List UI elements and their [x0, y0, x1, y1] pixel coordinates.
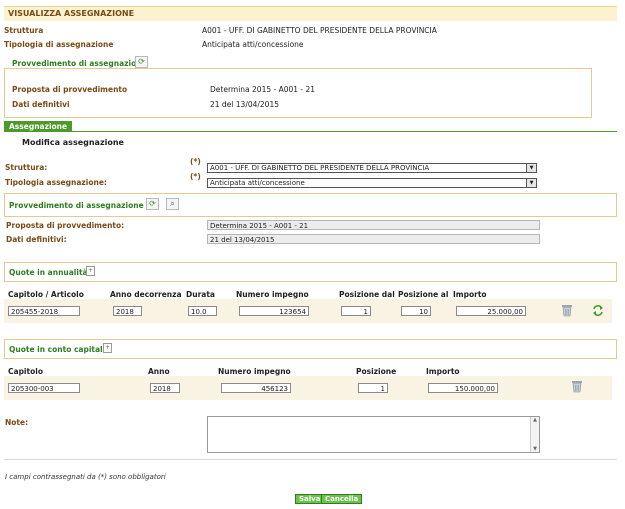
numero-impegno-input[interactable]: 123654 — [239, 306, 309, 316]
col-durata: Durata — [186, 290, 215, 299]
form-dati-label: Dati definitivi: — [6, 235, 67, 244]
form-provvedimento-title: Provvedimento di assegnazione (*) — [9, 201, 158, 210]
col-importo-cc: Importo — [426, 367, 460, 376]
note-scrollbar[interactable]: ▲ ▼ — [530, 417, 539, 452]
divider — [4, 459, 617, 460]
proposta-value: Determina 2015 - A001 - 21 — [210, 85, 316, 94]
provvedimento-title: Provvedimento di assegnazione — [12, 59, 147, 68]
col-posizione-dal: Posizione dal — [339, 290, 395, 299]
col-numero-impegno: Numero impegno — [236, 290, 309, 299]
importo-cc-input[interactable]: 150.000,00 — [428, 383, 498, 393]
capitolo-input[interactable]: 205455-2018 — [8, 306, 80, 316]
required-marker-tipologia: (*) — [190, 172, 201, 181]
sync-icon[interactable] — [592, 305, 604, 316]
col-anno: Anno — [148, 367, 170, 376]
struttura-select-value: A001 - UFF. DI GABINETTO DEL PRESIDENTE … — [210, 164, 430, 172]
struttura-select[interactable]: A001 - UFF. DI GABINETTO DEL PRESIDENTE … — [207, 163, 537, 173]
proposta-label: Proposta di provvedimento — [12, 85, 128, 94]
form-struttura-label: Struttura: — [5, 163, 48, 172]
search-document-icon[interactable]: ⌕ — [166, 198, 179, 210]
tipologia-select[interactable]: Anticipata atti/concessione ▼ — [207, 178, 537, 188]
conto-capitale-title: Quote in conto capitale — [9, 345, 108, 354]
scroll-up-icon[interactable]: ▲ — [531, 417, 539, 423]
struttura-label: Struttura — [4, 26, 44, 35]
dati-value: 21 del 13/04/2015 — [210, 100, 279, 109]
refresh-document-icon[interactable]: ⟳ — [146, 198, 159, 210]
col-posizione-al: Posizione al — [398, 290, 449, 299]
trash-icon[interactable] — [561, 304, 573, 317]
posizione-cc-input[interactable]: 1 — [358, 383, 388, 393]
table-row — [4, 376, 612, 400]
importo-input[interactable]: 25.000,00 — [456, 306, 526, 316]
col-importo: Importo — [453, 290, 487, 299]
col-numero-impegno-cc: Numero impegno — [218, 367, 291, 376]
annualita-title: Quote in annualità — [9, 268, 88, 277]
form-tipologia-label: Tipologia assegnazione: — [5, 178, 107, 187]
section-title: Modifica assegnazione — [22, 138, 124, 147]
col-anno-decorrenza: Anno decorrenza — [110, 290, 182, 299]
form-proposta-label: Proposta di provvedimento: — [6, 221, 125, 230]
page-header: VISUALIZZA ASSEGNAZIONE — [4, 6, 617, 21]
capitolo-cc-input[interactable]: 205300-003 — [8, 383, 80, 393]
tipologia-select-value: Anticipata atti/concessione — [210, 179, 305, 187]
trash-icon[interactable] — [571, 380, 583, 393]
durata-input[interactable]: 10.0 — [188, 306, 217, 316]
annualita-header-box — [4, 262, 617, 282]
numero-impegno-cc-input[interactable]: 456123 — [221, 383, 291, 393]
proposta-field: Determina 2015 - A001 - 21 — [207, 220, 540, 230]
refresh-document-icon[interactable]: ⟳ — [135, 56, 148, 68]
tipologia-label: Tipologia di assegnazione — [4, 40, 114, 49]
tab-underline — [4, 131, 617, 132]
required-marker-struttura: (*) — [190, 157, 201, 166]
cancel-button[interactable]: Cancella — [321, 494, 363, 504]
required-note: I campi contrassegnati da (*) sono obbli… — [5, 473, 166, 481]
anno-input[interactable]: 2018 — [113, 306, 142, 316]
tipologia-value: Anticipata atti/concessione — [202, 40, 304, 49]
chevron-down-icon[interactable]: ▼ — [526, 179, 536, 187]
anno-cc-input[interactable]: 2018 — [150, 383, 180, 393]
add-row-icon[interactable]: + — [86, 266, 95, 276]
scroll-down-icon[interactable]: ▼ — [531, 446, 539, 452]
add-row-icon[interactable]: + — [103, 343, 112, 353]
col-capitolo: Capitolo — [8, 367, 43, 376]
col-capitolo-articolo: Capitolo / Articolo — [8, 290, 84, 299]
col-posizione: Posizione — [356, 367, 397, 376]
posizione-al-input[interactable]: 10 — [401, 306, 431, 316]
dati-label: Dati definitivi — [12, 100, 70, 109]
page-title: VISUALIZZA ASSEGNAZIONE — [8, 9, 135, 18]
dati-field: 21 del 13/04/2015 — [207, 234, 540, 244]
struttura-value: A001 - UFF. DI GABINETTO DEL PRESIDENTE … — [202, 26, 437, 35]
chevron-down-icon[interactable]: ▼ — [526, 164, 536, 172]
note-label: Note: — [5, 418, 29, 427]
posizione-dal-input[interactable]: 1 — [341, 306, 371, 316]
note-textarea[interactable]: ▲ ▼ — [207, 416, 540, 453]
